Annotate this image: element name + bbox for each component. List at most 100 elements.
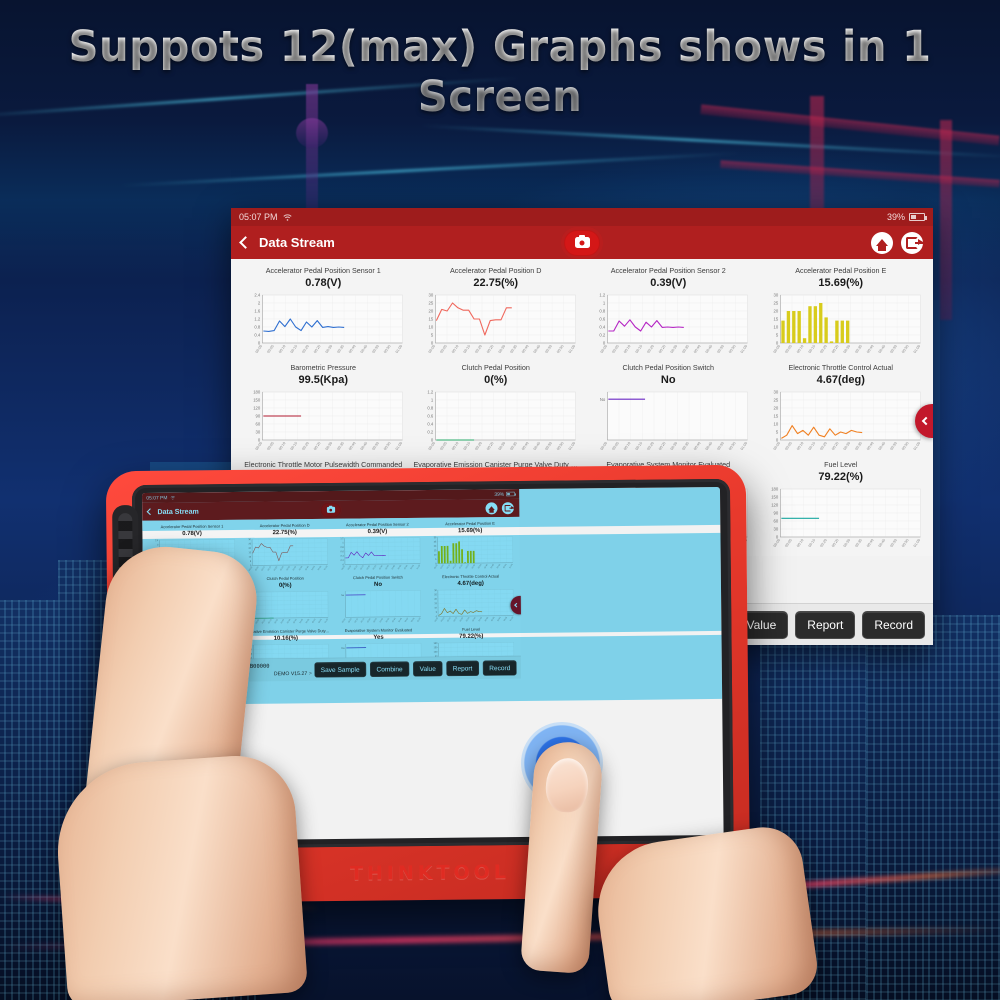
- chart-cell[interactable]: Barometric Pressure99.5(Kpa)030609012015…: [237, 360, 410, 457]
- svg-text:00:20: 00:20: [274, 618, 279, 624]
- svg-text:00:10: 00:10: [447, 564, 452, 570]
- svg-text:0.6: 0.6: [341, 551, 345, 553]
- svg-text:00:00: 00:00: [427, 441, 436, 451]
- chart-value: Yes: [373, 633, 384, 641]
- svg-text:00:30: 00:30: [472, 616, 477, 622]
- svg-text:00:45: 00:45: [398, 565, 402, 570]
- chevron-left-icon[interactable]: [239, 236, 252, 249]
- svg-text:00:20: 00:20: [819, 344, 828, 354]
- combine-button[interactable]: Combine: [369, 661, 410, 677]
- svg-text:00:45: 00:45: [532, 441, 541, 451]
- home-icon[interactable]: [485, 502, 498, 515]
- svg-text:00:05: 00:05: [256, 619, 260, 624]
- chart-cell[interactable]: Clutch Pedal Position0(%)00.20.40.60.811…: [410, 360, 583, 457]
- chart-plot-area[interactable]: 030609012015018000:0000:0500:1000:1500:2…: [758, 485, 925, 553]
- svg-text:0.4: 0.4: [427, 422, 434, 427]
- svg-text:0.6: 0.6: [599, 317, 606, 322]
- svg-text:00:00: 00:00: [342, 618, 347, 624]
- chart-cell[interactable]: Accelerator Pedal Position E 15.69(%) 0 5 10…: [755, 263, 928, 360]
- svg-text:01:00: 01:00: [510, 616, 515, 622]
- svg-text:00:25: 00:25: [831, 538, 840, 548]
- chart-cell[interactable]: Accelerator Pedal Position Sensor 2 0.39(…: [582, 263, 755, 360]
- svg-text:10: 10: [434, 555, 437, 557]
- chevron-left-icon[interactable]: [146, 508, 154, 516]
- chart-plot-area[interactable]: 00.40.81.21.622.400:0000:0500:1000:1500:…: [240, 291, 407, 359]
- record-button[interactable]: Record: [862, 610, 925, 639]
- svg-text:00:30: 00:30: [286, 565, 291, 571]
- chart-plot-area[interactable]: 0 5 10 15 20 25 30 00:00 00:05 00:10 00:15 00:20 00:…: [413, 291, 580, 359]
- report-button[interactable]: Report: [446, 660, 479, 676]
- value-button[interactable]: Value: [412, 660, 443, 677]
- fingernail: [544, 756, 590, 814]
- chart-cell[interactable]: Electronic Throttle Control Actual 4.67(d…: [755, 360, 928, 457]
- svg-text:00:45: 00:45: [877, 441, 886, 451]
- svg-text:00:10: 00:10: [278, 441, 287, 451]
- svg-text:00:50: 00:50: [716, 344, 725, 354]
- svg-text:00:50: 00:50: [312, 618, 317, 624]
- svg-text:01:00: 01:00: [417, 564, 422, 570]
- record-button[interactable]: Record: [482, 659, 517, 676]
- chart-cell[interactable]: Fuel Level79.22(%)030609012015018000:000…: [755, 457, 928, 554]
- chart-cell[interactable]: Clutch Pedal Position Switch No No 00:00 00:…: [582, 360, 755, 457]
- chart-plot-area[interactable]: 00.20.40.60.811.200:0000:0500:1000:1500:…: [585, 291, 752, 359]
- svg-text:00:40: 00:40: [392, 564, 397, 570]
- svg-text:00:15: 00:15: [807, 441, 816, 451]
- chart-plot-area[interactable]: 0 5 10 15 20 25 30 00:00 00:05 00:10 00:15 00:20 00:…: [426, 587, 516, 625]
- svg-text:00:50: 00:50: [404, 564, 409, 570]
- save-sample-button[interactable]: Save Sample: [314, 661, 367, 678]
- report-button[interactable]: Report: [795, 610, 856, 639]
- chart-cell[interactable]: Accelerator Pedal Position Sensor 2 0.39(…: [331, 520, 424, 574]
- svg-text:00:55: 00:55: [383, 441, 392, 451]
- chart-cell[interactable]: Electronic Throttle Control Actual 4.67(d…: [424, 572, 517, 626]
- chart-plot-area[interactable]: 0 5 10 15 20 25 30 00:00 00:05 00:10 00:15 00:20 00:…: [758, 291, 925, 359]
- svg-text:00:10: 00:10: [278, 344, 287, 354]
- svg-text:00:05: 00:05: [266, 441, 275, 451]
- svg-text:00:55: 00:55: [383, 344, 392, 354]
- camera-icon[interactable]: [564, 229, 600, 256]
- svg-text:Yes: Yes: [341, 648, 346, 650]
- chart-title: Accelerator Pedal Position E: [795, 266, 887, 275]
- chart-plot-area[interactable]: 00.20.40.60.811.200:0000:0500:1000:1500:…: [333, 535, 423, 573]
- chart-cell[interactable]: Accelerator Pedal Position E 15.69(%) 0 5 10…: [424, 519, 517, 573]
- chart-plot-area[interactable]: 0 5 10 15 20 25 30 00:00 00:05 00:10 00:15 00:20 00:…: [425, 534, 515, 572]
- svg-text:00:30: 00:30: [497, 441, 506, 451]
- chart-cell[interactable]: Accelerator Pedal Position D 22.75(%) 0 5 10…: [410, 263, 583, 360]
- svg-text:01:00: 01:00: [740, 441, 749, 451]
- chart-cell[interactable]: Accelerator Pedal Position D 22.75(%) 0 5 10…: [238, 521, 331, 575]
- chart-plot-area[interactable]: 00.20.40.60.811.200:0000:0500:1000:1500:…: [413, 388, 580, 456]
- chart-plot-area[interactable]: No 00:00 00:05 00:10 00:15 00:20 00:25 00:30 00:…: [585, 388, 752, 456]
- svg-text:180: 180: [771, 487, 779, 492]
- camera-icon[interactable]: [320, 502, 341, 517]
- svg-text:00:40: 00:40: [866, 538, 875, 548]
- home-icon[interactable]: [871, 231, 893, 254]
- chart-plot-area[interactable]: 0 5 10 15 20 25 30 00:00 00:05 00:10 00:15 00:20 00:…: [240, 536, 330, 574]
- battery-icon: [909, 213, 927, 221]
- chart-cell[interactable]: Clutch Pedal Position Switch No No 00:00 00:…: [332, 573, 425, 627]
- chart-plot-area[interactable]: No 00:00 00:05 00:10 00:15 00:20 00:25 00:30 00:…: [333, 588, 423, 626]
- svg-text:1.2: 1.2: [254, 317, 261, 322]
- svg-text:2: 2: [258, 301, 261, 306]
- svg-text:20: 20: [434, 546, 437, 548]
- chart-plot-area[interactable]: 0 5 10 15 20 25 30 00:00 00:05 00:10 00:15 00:20 00:…: [758, 388, 925, 456]
- svg-text:90: 90: [256, 414, 261, 419]
- svg-text:00:30: 00:30: [670, 344, 679, 354]
- svg-text:00:25: 00:25: [373, 618, 377, 623]
- svg-text:01:00: 01:00: [912, 538, 921, 548]
- svg-text:00:40: 00:40: [693, 344, 702, 354]
- exit-icon[interactable]: [502, 501, 515, 515]
- chart-cell[interactable]: Accelerator Pedal Position Sensor 1 0.78(…: [237, 263, 410, 360]
- svg-text:180: 180: [253, 390, 261, 395]
- svg-text:5: 5: [775, 333, 778, 338]
- svg-text:0.8: 0.8: [254, 325, 261, 330]
- svg-text:00:05: 00:05: [611, 344, 620, 354]
- page-title-data-stream: Data Stream: [259, 235, 335, 250]
- app-bar: Data Stream: [231, 226, 933, 259]
- svg-text:15: 15: [434, 550, 437, 552]
- svg-text:30: 30: [773, 293, 778, 298]
- collapse-panel-tab[interactable]: [510, 595, 522, 615]
- chart-plot-area[interactable]: 030609012015018000:0000:0500:1000:1500:2…: [240, 388, 407, 456]
- exit-icon[interactable]: [901, 231, 923, 254]
- svg-text:1: 1: [603, 301, 606, 306]
- chart-value: 0.39(V): [650, 277, 687, 289]
- svg-text:01:00: 01:00: [395, 344, 404, 354]
